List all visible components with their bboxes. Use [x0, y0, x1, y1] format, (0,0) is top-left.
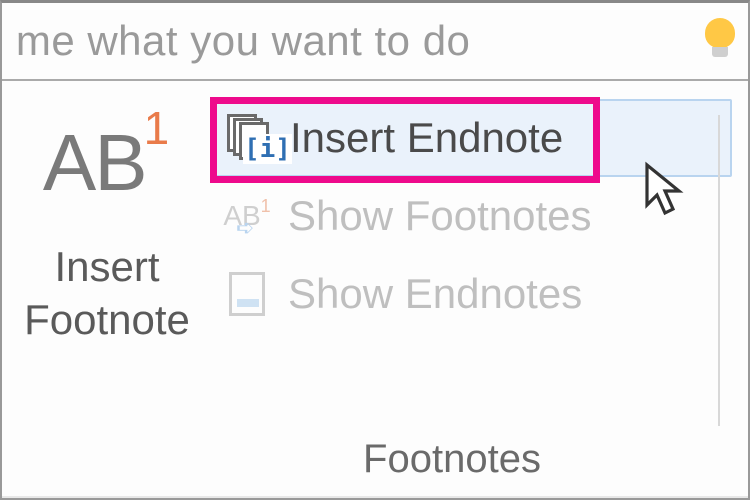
- insert-footnote-icon: AB1: [43, 107, 171, 237]
- footnotes-ribbon-group: AB1 Insert Footnote [i] Insert Endnote: [2, 81, 748, 496]
- group-divider: [718, 115, 720, 426]
- show-endnotes-icon: [220, 267, 274, 321]
- insert-footnote-button[interactable]: AB1 Insert Footnote: [2, 99, 212, 496]
- show-endnotes-button[interactable]: Show Endnotes: [212, 255, 732, 333]
- show-endnotes-label: Show Endnotes: [288, 270, 582, 318]
- lightbulb-icon: [700, 16, 740, 66]
- insert-endnote-icon: [i]: [222, 111, 276, 165]
- insert-endnote-label: Insert Endnote: [290, 114, 563, 162]
- group-label: Footnotes: [212, 437, 732, 496]
- tell-me-bar[interactable]: ll me what you want to do: [2, 3, 748, 81]
- ribbon-window: ll me what you want to do AB1 Insert Foo…: [0, 0, 750, 500]
- insert-footnote-label: Insert Footnote: [24, 241, 190, 346]
- insert-endnote-button[interactable]: [i] Insert Endnote: [212, 99, 732, 177]
- show-footnotes-button[interactable]: AB1 ➪ Show Footnotes: [212, 177, 732, 255]
- tell-me-placeholder: ll me what you want to do: [0, 17, 470, 65]
- footnotes-right-column: [i] Insert Endnote AB1 ➪ Show Footnotes …: [212, 99, 748, 496]
- show-footnotes-label: Show Footnotes: [288, 192, 592, 240]
- show-footnotes-icon: AB1 ➪: [220, 189, 274, 243]
